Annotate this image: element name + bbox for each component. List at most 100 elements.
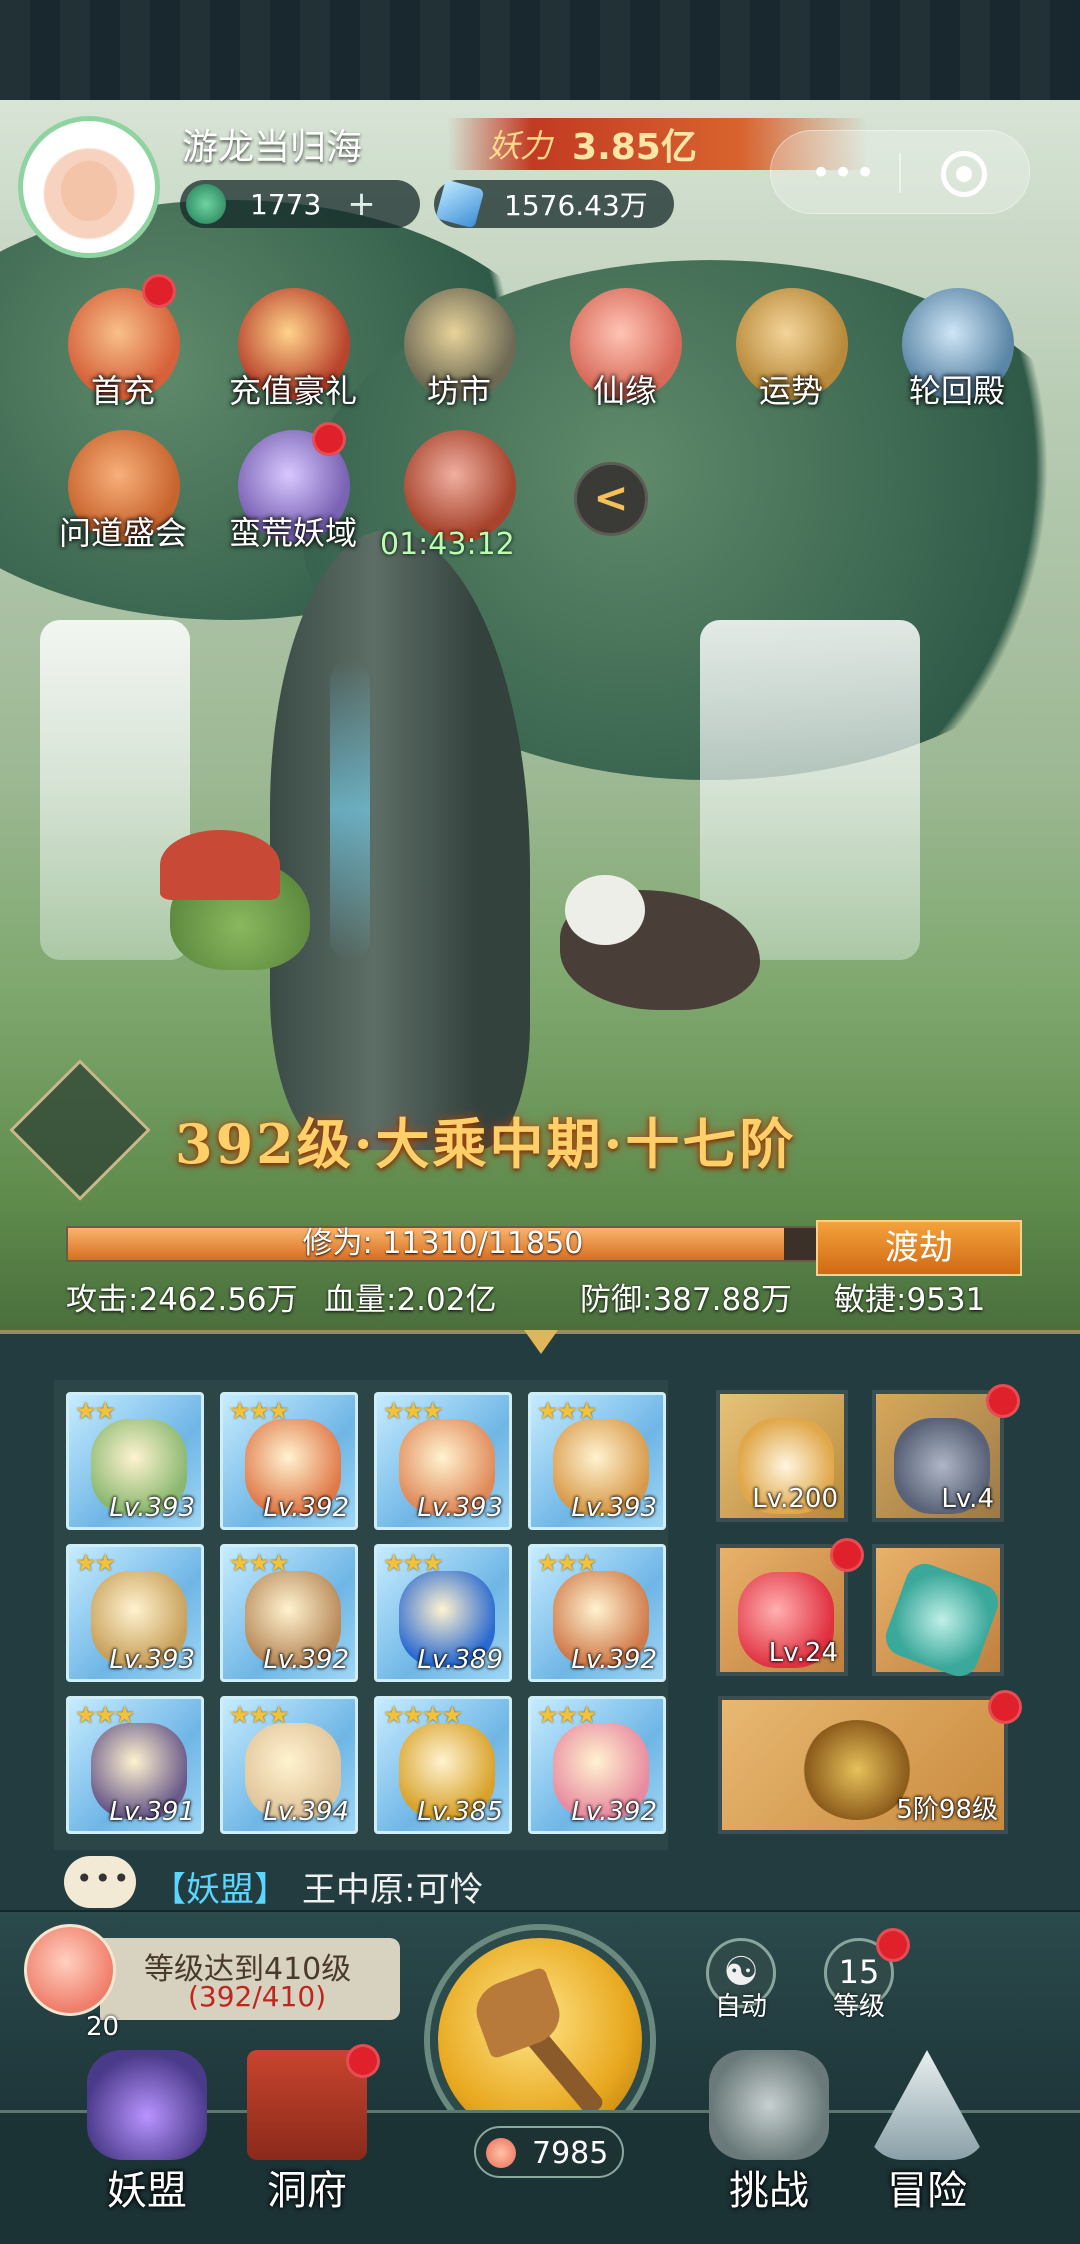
equipment-item[interactable]: ★★★★ Lv.385 — [374, 1696, 512, 1834]
chat-bar[interactable]: 【妖盟】 王中原:可怜 — [56, 1856, 1056, 1912]
peach-reward-count: 20 — [86, 2012, 120, 2042]
peach-total: 7985 — [532, 2136, 609, 2171]
crystal-currency: 1576.43万 — [434, 179, 674, 229]
activity-first-charge[interactable]: 首充 — [58, 274, 188, 418]
notification-dot — [142, 274, 176, 308]
tribulation-button[interactable]: 渡劫 — [816, 1220, 1022, 1276]
stat-attack: 攻击:2462.56万 — [66, 1282, 298, 1318]
star-rating: ★★★ — [537, 1397, 598, 1425]
cultivation-text: 修为: 11310/11850 — [68, 1228, 818, 1260]
treasure-level: 5阶98级 — [896, 1795, 998, 1825]
crystal-amount: 1576.43万 — [504, 189, 648, 222]
equipment-level: Lv.393 — [571, 1493, 657, 1523]
treasure-slot[interactable]: 5阶98级 — [718, 1690, 1022, 1834]
peach-counter: 7985 — [474, 2126, 624, 2178]
avatar-face — [61, 161, 117, 221]
mountain-icon — [867, 2050, 987, 2160]
nav-alliance[interactable]: 妖盟 — [62, 2050, 232, 2220]
notification-dot — [312, 422, 346, 456]
notification-dot — [830, 1538, 864, 1572]
equipment-level: Lv.392 — [263, 1645, 349, 1675]
star-rating: ★★★ — [383, 1397, 444, 1425]
level-goal[interactable]: 等级达到410级 (392/410) — [100, 1938, 400, 2020]
notification-dot — [876, 1928, 910, 1962]
stats-row: 攻击:2462.56万 血量:2.02亿 防御:387.88万 敏捷:9531 — [66, 1270, 1026, 1320]
star-rating: ★★★ — [537, 1701, 598, 1729]
equipment-level: Lv.393 — [417, 1493, 503, 1523]
capsule-divider — [899, 153, 901, 193]
jade-icon — [186, 184, 226, 224]
activity-label: 问道盛会 — [58, 514, 187, 552]
cultivation-label: 修为: — [302, 1226, 373, 1261]
power-label: 妖力 — [488, 127, 553, 165]
pet-slot[interactable]: Lv.200 — [716, 1390, 848, 1522]
challenge-gourd-icon — [709, 2050, 829, 2160]
activity-label: 首充 — [90, 372, 155, 410]
star-rating: ★★★ — [537, 1549, 598, 1577]
nav-alliance-label: 妖盟 — [107, 2168, 187, 2214]
activity-reincarnation[interactable]: 轮回殿 — [892, 288, 1022, 418]
activity-label: 仙缘 — [592, 372, 657, 410]
compass-slot[interactable] — [872, 1544, 1004, 1682]
goal-progress: (392/410) — [188, 1980, 327, 2013]
equipment-item[interactable]: ★★★ Lv.392 — [220, 1392, 358, 1530]
waterfall-left — [40, 620, 190, 960]
jade-currency: 1773 + — [180, 180, 420, 228]
nav-cave[interactable]: 洞府 — [222, 2044, 392, 2220]
equipment-item[interactable]: ★★ Lv.393 — [66, 1392, 204, 1530]
beast-slot[interactable]: Lv.4 — [872, 1384, 1020, 1522]
orb-slot[interactable]: Lv.24 — [716, 1538, 864, 1676]
more-menu-button[interactable]: ••• — [811, 153, 877, 193]
activity-label: 运势 — [758, 372, 823, 410]
equipment-item[interactable]: ★★★ Lv.394 — [220, 1696, 358, 1834]
activity-dao-assembly[interactable]: 问道盛会 — [58, 430, 188, 560]
cultivation-bar: 修为: 11310/11850 — [66, 1226, 820, 1262]
player-avatar[interactable] — [18, 116, 160, 258]
equipment-item[interactable]: ★★★ Lv.393 — [528, 1392, 666, 1530]
activity-wild-realm[interactable]: 蛮荒妖域 — [228, 422, 358, 560]
eagle-character-head — [565, 875, 645, 945]
collapse-arrow-button[interactable]: < — [574, 462, 648, 536]
nav-adventure[interactable]: 冒险 — [842, 2050, 1012, 2220]
player-name: 游龙当归海 — [182, 127, 363, 168]
equipment-level: Lv.393 — [109, 1493, 195, 1523]
equipment-item[interactable]: ★★★ Lv.389 — [374, 1544, 512, 1682]
level-label: 等级 — [832, 1992, 885, 2022]
beast-level: Lv.4 — [941, 1484, 994, 1514]
activity-recharge-gift[interactable]: 充值豪礼 — [228, 288, 358, 418]
star-rating: ★★★ — [229, 1701, 290, 1729]
star-rating: ★★★ — [229, 1397, 290, 1425]
activity-fortune[interactable]: 运势 — [726, 288, 856, 418]
equipment-item[interactable]: ★★★ Lv.392 — [220, 1544, 358, 1682]
add-jade-button[interactable]: + — [347, 184, 376, 224]
nav-challenge[interactable]: 挑战 — [684, 2050, 854, 2220]
nav-cave-label: 洞府 — [267, 2168, 347, 2214]
equipment-level: Lv.385 — [417, 1797, 503, 1827]
chat-channel: 【妖盟】 — [152, 1870, 288, 1910]
equipment-item[interactable]: ★★★ Lv.392 — [528, 1544, 666, 1682]
nav-adventure-label: 冒险 — [887, 2168, 967, 2214]
equipment-level: Lv.393 — [109, 1645, 195, 1675]
status-bar — [0, 0, 1080, 100]
equipment-item[interactable]: ★★★ Lv.392 — [528, 1696, 666, 1834]
star-rating: ★★★ — [75, 1701, 136, 1729]
crystal-icon — [435, 179, 485, 229]
activity-market[interactable]: 坊市 — [394, 288, 524, 418]
notification-dot — [988, 1690, 1022, 1724]
activity-fate[interactable]: 仙缘 — [560, 288, 690, 418]
event-timer: 01:43:12 — [380, 527, 515, 562]
close-miniprogram-button[interactable] — [941, 151, 987, 197]
jade-pouch-icon — [404, 430, 516, 542]
peach-reward-icon[interactable] — [24, 1924, 116, 2016]
tree-glow — [330, 660, 370, 960]
equipment-item[interactable]: ★★★ Lv.393 — [374, 1392, 512, 1530]
equipment-level: Lv.389 — [417, 1645, 503, 1675]
chat-bubble-icon[interactable] — [64, 1856, 136, 1908]
equipment-item[interactable]: ★★★ Lv.391 — [66, 1696, 204, 1834]
equipment-item[interactable]: ★★ Lv.393 — [66, 1544, 204, 1682]
stat-hp: 血量:2.02亿 — [324, 1282, 497, 1318]
chat-message: 王中原:可怜 — [302, 1870, 484, 1910]
equipment-level: Lv.394 — [263, 1797, 349, 1827]
pet-level: Lv.200 — [752, 1484, 838, 1514]
activity-label: 坊市 — [426, 372, 491, 410]
